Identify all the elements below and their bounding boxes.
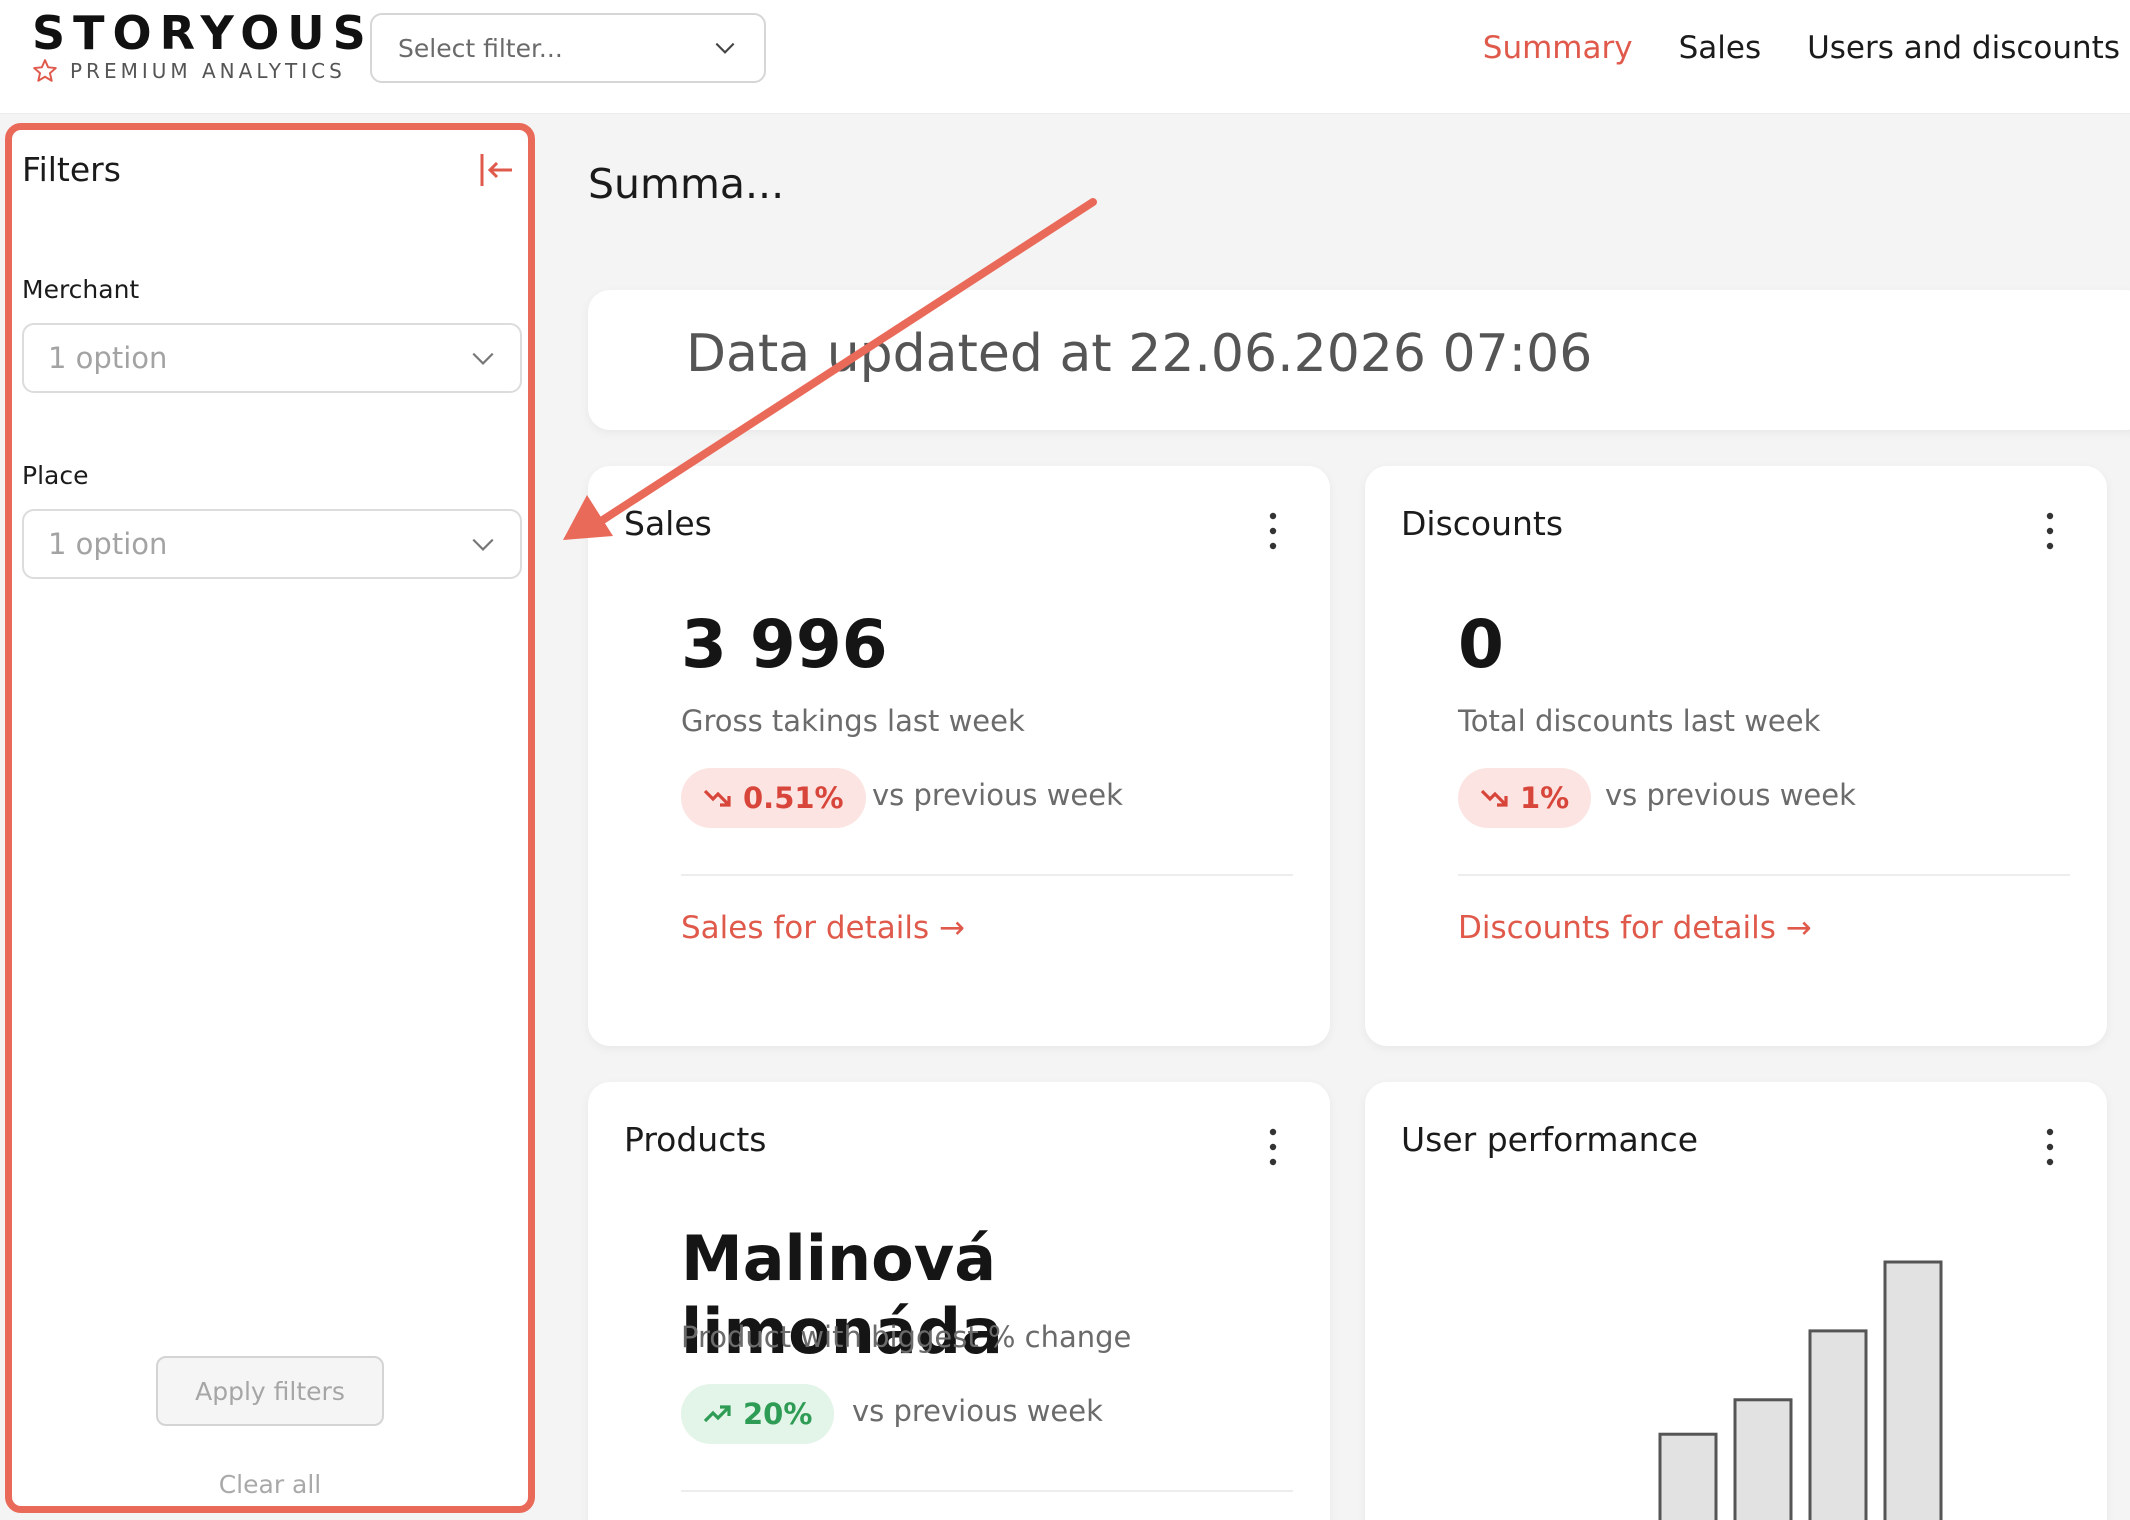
sales-compare-text: vs previous week xyxy=(872,778,1123,812)
chart-bar-1 xyxy=(1658,1432,1718,1520)
discounts-change-badge: 1% xyxy=(1458,768,1592,828)
products-subtitle: Product with biggest % change xyxy=(681,1320,1132,1354)
divider xyxy=(681,874,1293,876)
user-performance-chart xyxy=(1658,1260,1943,1520)
select-filter-placeholder: Select filter... xyxy=(398,33,563,63)
collapse-sidebar-icon[interactable] xyxy=(476,150,516,190)
merchant-select[interactable]: 1 option xyxy=(22,323,522,393)
sales-card: Sales 3 996 Gross takings last week 0.51… xyxy=(588,466,1330,1046)
place-select-value: 1 option xyxy=(48,527,168,561)
discounts-change-value: 1% xyxy=(1520,781,1570,815)
divider xyxy=(1458,874,2070,876)
user-performance-card-title: User performance xyxy=(1401,1120,1699,1159)
main-nav: Summary Sales Users and discounts xyxy=(1483,24,2120,72)
top-header: STORYOUS PREMIUM ANALYTICS Select filter… xyxy=(0,0,2130,114)
nav-sales[interactable]: Sales xyxy=(1679,24,1762,72)
chevron-down-icon xyxy=(715,42,735,54)
products-card: Products Malinová limonáda Product with … xyxy=(588,1082,1330,1520)
discounts-card-title: Discounts xyxy=(1401,504,1564,543)
products-change-badge: 20% xyxy=(681,1384,835,1444)
products-change-value: 20% xyxy=(743,1397,813,1431)
logo-subtitle-row: PREMIUM ANALYTICS xyxy=(32,58,346,84)
trend-down-icon xyxy=(703,789,731,807)
sales-details-link[interactable]: Sales for details → xyxy=(681,910,965,946)
discounts-subtitle: Total discounts last week xyxy=(1458,704,1821,738)
filters-sidebar: Filters Merchant 1 option Place 1 option… xyxy=(5,123,535,1513)
products-compare-text: vs previous week xyxy=(852,1394,1103,1428)
sidebar-title: Filters xyxy=(22,150,121,189)
chart-bar-3 xyxy=(1808,1329,1868,1520)
merchant-select-value: 1 option xyxy=(48,341,168,375)
logo-subtitle: PREMIUM ANALYTICS xyxy=(70,59,346,83)
place-select[interactable]: 1 option xyxy=(22,509,522,579)
star-icon xyxy=(33,59,57,82)
user-performance-card: User performance xyxy=(1365,1082,2107,1520)
sales-subtitle: Gross takings last week xyxy=(681,704,1025,738)
discounts-value: 0 xyxy=(1458,606,1504,683)
sales-change-badge: 0.51% xyxy=(681,768,866,828)
chart-bar-2 xyxy=(1733,1398,1793,1520)
sales-value: 3 996 xyxy=(681,606,888,683)
discounts-compare-text: vs previous week xyxy=(1605,778,1856,812)
page-title: Summa... xyxy=(588,160,785,208)
sales-card-more-icon[interactable] xyxy=(1258,506,1288,556)
discounts-card: Discounts 0 Total discounts last week 1%… xyxy=(1365,466,2107,1046)
logo[interactable]: STORYOUS xyxy=(32,6,374,61)
trend-up-icon xyxy=(703,1405,731,1423)
divider xyxy=(681,1490,1293,1492)
chart-bar-4 xyxy=(1883,1260,1943,1520)
clear-all-link[interactable]: Clear all xyxy=(12,1470,528,1499)
sales-change-value: 0.51% xyxy=(743,781,844,815)
discounts-card-more-icon[interactable] xyxy=(2035,506,2065,556)
data-updated-banner: Data updated at 22.06.2026 07:06 xyxy=(588,290,2130,430)
user-performance-card-more-icon[interactable] xyxy=(2035,1122,2065,1172)
products-card-title: Products xyxy=(624,1120,767,1159)
products-card-more-icon[interactable] xyxy=(1258,1122,1288,1172)
nav-summary[interactable]: Summary xyxy=(1483,24,1633,72)
trend-down-icon xyxy=(1480,789,1508,807)
nav-users-and-discounts[interactable]: Users and discounts xyxy=(1807,24,2120,72)
apply-filters-button[interactable]: Apply filters xyxy=(156,1356,384,1426)
chevron-down-icon xyxy=(472,538,494,551)
data-updated-text: Data updated at 22.06.2026 07:06 xyxy=(686,324,1593,384)
chevron-down-icon xyxy=(472,352,494,365)
discounts-details-link[interactable]: Discounts for details → xyxy=(1458,910,1812,946)
select-filter-dropdown[interactable]: Select filter... xyxy=(370,13,766,83)
merchant-label: Merchant xyxy=(22,275,140,304)
sales-card-title: Sales xyxy=(624,504,712,543)
place-label: Place xyxy=(22,461,89,490)
